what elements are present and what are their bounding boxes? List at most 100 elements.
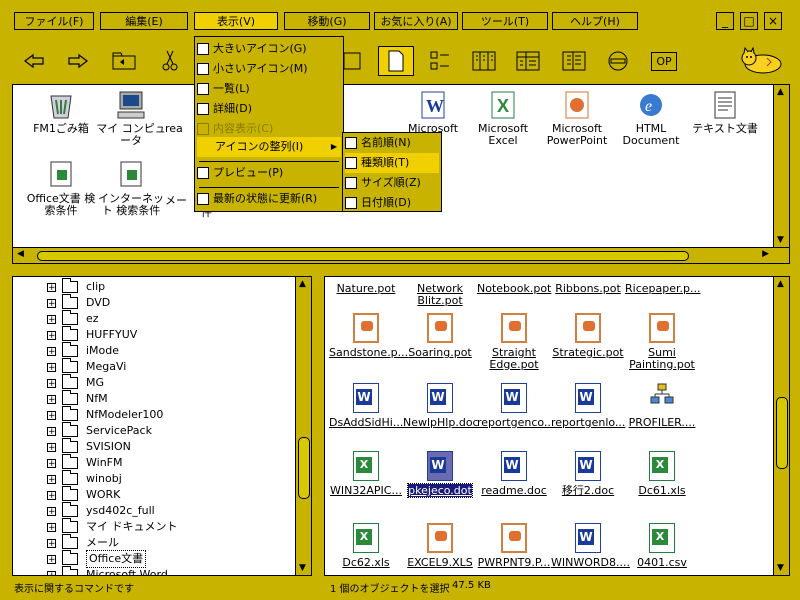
menu-item-list[interactable]: 一覧(L) [197,79,250,99]
up-folder-icon[interactable] [106,46,142,76]
tree-item[interactable]: + MegaVi [47,358,126,375]
scroll-down-icon[interactable]: ▼ [777,563,784,573]
tree-item[interactable]: + ez [47,310,99,327]
file-item[interactable]: Network Blitz.pot [403,283,477,307]
expand-icon[interactable]: + [47,474,56,484]
file-item[interactable]: Strategic.pot [551,313,625,359]
file-item[interactable]: PROFILER.... [625,383,699,429]
expand-icon[interactable]: + [47,394,56,404]
top-horizontal-scrollbar[interactable]: ◀ ▶ [13,247,789,263]
icon-microsoft-excel[interactable]: X Microsoft Excel [467,89,539,147]
icon-recycle-bin[interactable]: FM1ごみ箱 [25,89,97,135]
file-item[interactable]: EXCEL9.XLS [403,523,477,569]
scroll-up-icon[interactable]: ▲ [777,279,784,289]
scroll-right-icon[interactable]: ▶ [762,249,769,259]
menu-edit[interactable]: 編集(E) [100,12,188,30]
expand-icon[interactable]: + [47,330,56,340]
submenu-item-by-date[interactable]: 日付順(D) [345,193,411,213]
menu-item-refresh[interactable]: 最新の状態に更新(R) [197,189,317,209]
scroll-thumb[interactable] [37,251,689,261]
large-icon-view-icon[interactable] [378,46,414,76]
tree-item[interactable]: + メール [47,534,119,551]
submenu-item-by-size[interactable]: サイズ順(Z) [345,173,421,193]
file-item[interactable]: Dc61.xls [625,451,699,497]
tree-item[interactable]: + ysd402c_full [47,502,155,519]
file-item[interactable]: readme.doc [477,451,551,497]
file-item[interactable]: 移行2.doc [551,451,625,497]
icon-mail[interactable]: メー [165,195,195,207]
file-item[interactable]: Straight Edge.pot [477,313,551,371]
file-item[interactable]: WIN32APIC... [329,451,403,497]
icon-internet-search[interactable]: インターネット 検索条件 [95,159,167,217]
menu-item-arrange-icons[interactable]: アイコンの整列(I) ▶ [197,137,341,157]
thumbnails-icon[interactable] [556,46,592,76]
menu-item-small-icons[interactable]: 小さいアイコン(M) [197,59,308,79]
expand-icon[interactable]: + [47,346,56,356]
file-item[interactable]: pkejeco.dot [403,451,477,498]
expand-icon[interactable]: + [47,378,56,388]
tree-vertical-scrollbar[interactable]: ▲ ▼ [295,277,311,575]
menu-item-details[interactable]: 詳細(D) [197,99,252,119]
close-button[interactable]: × [764,12,782,30]
icon-microsoft-powerpoint[interactable]: Microsoft PowerPoint [541,89,613,147]
tree-item[interactable]: + WORK [47,486,120,503]
expand-icon[interactable]: + [47,442,56,452]
expand-icon[interactable]: + [47,522,56,532]
files-vertical-scrollbar[interactable]: ▲ ▼ [773,277,789,575]
menu-help[interactable]: ヘルプ(H) [552,12,638,30]
file-item[interactable]: reportgenlo... [551,383,625,429]
expand-icon[interactable]: + [47,282,56,292]
tree-item[interactable]: + DVD [47,294,110,311]
op-button[interactable]: OP [646,46,682,76]
tree-item[interactable]: + NfM [47,390,108,407]
tree-item[interactable]: + clip [47,278,105,295]
minimize-button[interactable]: _ [716,12,734,30]
no-entry-icon[interactable] [600,46,636,76]
scroll-up-icon[interactable]: ▲ [299,279,306,289]
expand-icon[interactable]: + [47,554,56,564]
file-item[interactable]: reportgenco... [477,383,554,429]
menu-view[interactable]: 表示(V) [194,12,278,30]
expand-icon[interactable]: + [47,314,56,324]
cut-icon[interactable] [152,46,188,76]
tree-item[interactable]: + MG [47,374,104,391]
tree-item[interactable]: + Office文書 [47,550,147,568]
forward-arrow-icon[interactable] [60,46,96,76]
tree-item[interactable]: + ServicePack [47,422,152,439]
file-item[interactable]: NewlpHlp.doc [403,383,479,429]
menu-tools[interactable]: ツール(T) [462,12,548,30]
maximize-button[interactable]: □ [740,12,758,30]
file-item[interactable]: Sumi Painting.pot [625,313,699,371]
icon-microsoft-word[interactable]: W Microsoft [397,89,469,135]
expand-icon[interactable]: + [47,426,56,436]
top-vertical-scrollbar[interactable]: ▲ ▼ [773,85,789,247]
scroll-down-icon[interactable]: ▼ [777,235,784,245]
scroll-left-icon[interactable]: ◀ [17,249,24,259]
tree-item[interactable]: + iMode [47,342,119,359]
menu-item-large-icons[interactable]: 大きいアイコン(G) [197,39,307,59]
tree-item[interactable]: + NfModeler100 [47,406,163,423]
submenu-item-by-type[interactable]: 種類順(T) [345,153,439,173]
tree-item[interactable]: + マイ ドキュメント [47,518,178,535]
expand-icon[interactable]: + [47,298,56,308]
tree-item[interactable]: + Microsoft Word [47,566,168,575]
icon-html-document[interactable]: e HTML Document [615,89,687,147]
tree-item[interactable]: + HUFFYUV [47,326,137,343]
icon-text-document[interactable]: テキスト文書 [689,89,761,135]
tree-item[interactable]: + WinFM [47,454,122,471]
details-view-icon[interactable] [510,46,546,76]
menu-go[interactable]: 移動(G) [284,12,370,30]
file-item[interactable]: Nature.pot [329,283,403,295]
tree-item[interactable]: + winobj [47,470,122,487]
file-item[interactable]: Ricepaper.p... [625,283,700,295]
scroll-down-icon[interactable]: ▼ [299,563,306,573]
tree-item[interactable]: + SVISION [47,438,131,455]
list-view-icon[interactable] [466,46,502,76]
file-item[interactable]: Soaring.pot [403,313,477,359]
small-icon-view-icon[interactable] [422,46,458,76]
expand-icon[interactable]: + [47,410,56,420]
back-arrow-icon[interactable] [16,46,52,76]
menu-favorites[interactable]: お気に入り(A) [374,12,458,30]
icon-rea[interactable]: rea [165,123,197,135]
icon-office-search[interactable]: Office文書 検索条件 [25,159,97,217]
